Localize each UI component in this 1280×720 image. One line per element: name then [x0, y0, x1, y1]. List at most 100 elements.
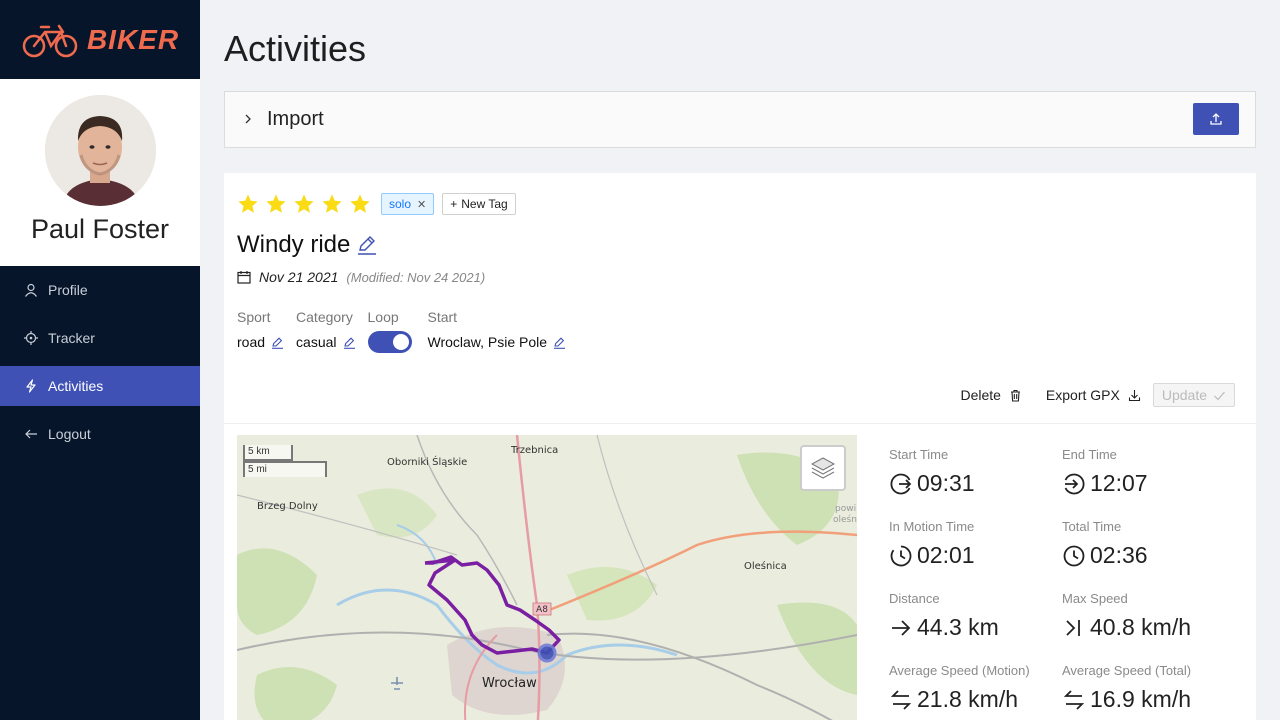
star-icon[interactable] [321, 193, 343, 215]
field-category: Category casual [296, 309, 355, 353]
field-sport: Sport road [237, 309, 284, 353]
modified-date: (Modified: Nov 24 2021) [346, 269, 486, 285]
stat-label: Distance [889, 591, 940, 606]
new-tag-label: New Tag [461, 197, 508, 211]
stat-value: 40.8 km/h [1090, 614, 1191, 640]
stat-value: 44.3 km [917, 614, 999, 640]
upload-button[interactable] [1193, 103, 1239, 135]
field-label: Category [296, 309, 353, 325]
calendar-icon [237, 271, 251, 284]
clock-icon [1063, 545, 1085, 566]
start-value: Wroclaw, Psie Pole [427, 334, 548, 350]
sidebar: BIKER Paul Foster Profile Tracker Activi… [0, 0, 200, 720]
import-panel[interactable]: Import [224, 91, 1256, 148]
map-label-a8: A8 [536, 605, 548, 615]
activity-map[interactable]: A8 Oborniki Śląskie Trzebnica Brzeg Doln… [237, 435, 857, 720]
edit-icon[interactable] [553, 336, 566, 349]
map-label: Brzeg Dolny [257, 501, 318, 512]
sport-value: road [237, 334, 266, 350]
layers-icon [810, 457, 836, 479]
edit-icon[interactable] [271, 336, 284, 349]
clock-motion-icon [890, 545, 912, 566]
divider [224, 423, 1256, 424]
user-name: Paul Foster [30, 214, 170, 244]
sidebar-item-label: Profile [48, 282, 88, 298]
sidebar-nav: Profile Tracker Activities Logout [0, 270, 200, 454]
activity-stats: Start Time 09:31 End Time 12:07 In Motio… [889, 447, 1249, 720]
layers-button[interactable] [800, 445, 846, 491]
brand-name: BIKER [86, 23, 180, 55]
map-label: powi [835, 504, 856, 514]
sidebar-item-tracker[interactable]: Tracker [0, 318, 200, 358]
activity-fields: Sport road Category casual Loop Start Wr… [237, 309, 566, 353]
stat-value: 02:36 [1090, 542, 1148, 568]
stat-value: 16.9 km/h [1090, 686, 1191, 712]
delete-label: Delete [960, 387, 1001, 403]
category-value: casual [296, 334, 337, 350]
stat-average-speed-motion: Average Speed (Motion) 21.8 km/h [889, 663, 1062, 720]
arrow-left-icon [24, 427, 38, 441]
stat-max-speed: Max Speed 40.8 km/h [1062, 591, 1235, 653]
export-gpx-button[interactable]: Export GPX [1034, 383, 1153, 407]
clock-end-icon [1064, 473, 1085, 494]
sidebar-item-logout[interactable]: Logout [0, 414, 200, 454]
sidebar-item-profile[interactable]: Profile [0, 270, 200, 310]
upload-icon [1210, 113, 1222, 125]
map-canvas[interactable]: A8 Oborniki Śląskie Trzebnica Brzeg Doln… [237, 435, 857, 720]
scale-mi: 5 mi [243, 461, 327, 477]
new-tag-button[interactable]: + New Tag [442, 193, 516, 215]
activity-actions: Delete Export GPX Update [948, 383, 1235, 407]
edit-icon[interactable] [343, 336, 356, 349]
sidebar-item-label: Activities [48, 378, 104, 394]
stat-total-time: Total Time 02:36 [1062, 519, 1235, 581]
close-icon[interactable]: ✕ [417, 198, 426, 211]
import-label: Import [267, 108, 324, 130]
date-row: Nov 21 2021 (Modified: Nov 24 2021) [237, 269, 485, 285]
stat-value: 21.8 km/h [917, 686, 1018, 712]
stat-average-speed-total: Average Speed (Total) 16.9 km/h [1062, 663, 1235, 720]
check-icon [1214, 391, 1225, 400]
stat-label: Total Time [1062, 519, 1122, 534]
field-start: Start Wroclaw, Psie Pole [428, 309, 567, 353]
delete-button[interactable]: Delete [948, 383, 1033, 407]
logo[interactable]: BIKER [0, 0, 200, 79]
map-label: Oborniki Śląskie [387, 455, 467, 468]
sidebar-item-activities[interactable]: Activities [0, 366, 200, 406]
bike-logo-icon [22, 24, 78, 57]
map-label: Trzebnica [510, 445, 558, 456]
user-icon [24, 283, 38, 297]
swap-icon [890, 689, 912, 710]
rating[interactable]: solo ✕ + New Tag [237, 193, 516, 215]
stat-label: Average Speed (Total) [1062, 663, 1192, 678]
field-label: Loop [367, 309, 399, 325]
page-title: Activities [224, 28, 367, 69]
stat-start-time: Start Time 09:31 [889, 447, 1062, 509]
sidebar-item-label: Tracker [48, 330, 95, 346]
activity-date: Nov 21 2021 [259, 269, 339, 285]
stat-label: In Motion Time [889, 519, 975, 534]
download-icon [1128, 389, 1140, 401]
toggle-knob [392, 334, 409, 350]
star-icon[interactable] [265, 193, 287, 215]
stat-distance: Distance 44.3 km [889, 591, 1062, 653]
stat-label: End Time [1062, 447, 1117, 462]
bolt-icon [24, 379, 38, 393]
field-loop: Loop [367, 309, 412, 353]
field-label: Sport [237, 309, 271, 325]
activity-card: solo ✕ + New Tag Windy ride Nov 21 2021 … [224, 173, 1256, 720]
stat-value: 12:07 [1090, 470, 1148, 496]
stat-in-motion-time: In Motion Time 02:01 [889, 519, 1062, 581]
chevron-right-icon[interactable] [243, 112, 253, 127]
route-marker[interactable] [537, 643, 557, 663]
star-icon[interactable] [293, 193, 315, 215]
stat-label: Start Time [889, 447, 949, 462]
stat-label: Max Speed [1062, 591, 1128, 606]
field-label: Start [427, 309, 458, 325]
plus-icon: + [450, 197, 458, 211]
star-icon[interactable] [237, 193, 259, 215]
stat-value: 09:31 [917, 470, 975, 496]
edit-icon[interactable] [356, 234, 378, 256]
star-icon[interactable] [349, 193, 371, 215]
update-button[interactable]: Update [1152, 383, 1235, 407]
loop-toggle[interactable] [367, 331, 412, 353]
